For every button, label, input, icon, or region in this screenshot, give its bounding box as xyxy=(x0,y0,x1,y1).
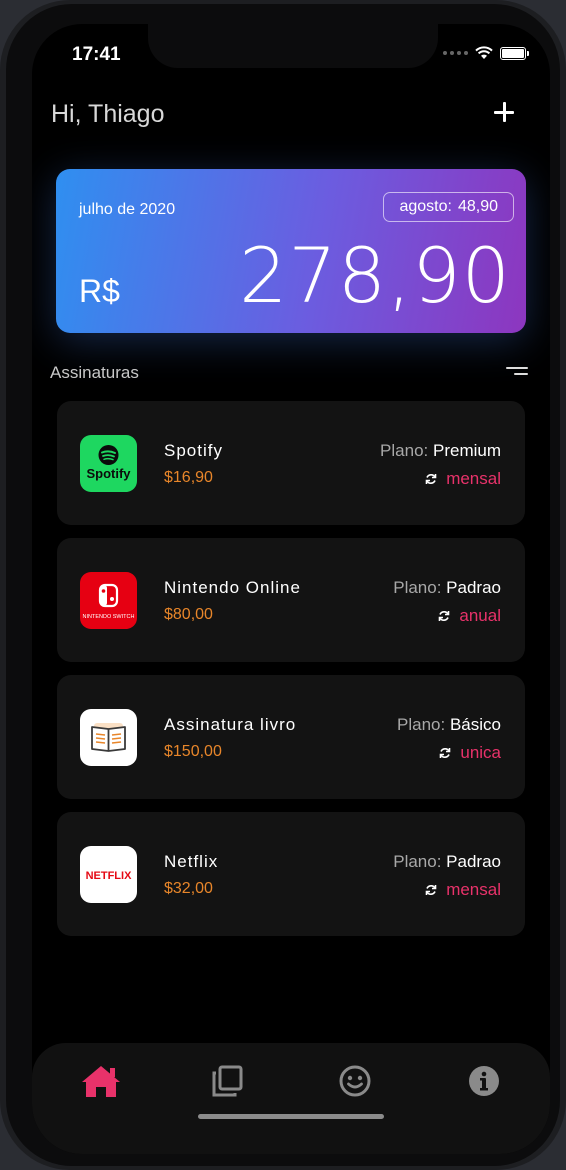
subscriptions-list: Spotify Spotify $16,90 Plano: Premium me… xyxy=(57,401,525,949)
cycle-label: mensal xyxy=(446,469,501,488)
subscription-card-spotify[interactable]: Spotify Spotify $16,90 Plano: Premium me… xyxy=(57,401,525,525)
tab-home[interactable] xyxy=(79,1061,123,1101)
bottom-tab-bar xyxy=(32,1043,550,1154)
plan-prefix: Plano: xyxy=(393,578,442,597)
status-indicators xyxy=(443,46,529,60)
refresh-icon xyxy=(425,885,437,895)
home-indicator xyxy=(198,1114,384,1119)
status-time: 17:41 xyxy=(72,44,121,65)
greeting-title: Hi, Thiago xyxy=(51,100,165,128)
app-screen: 17:41 Hi, Thiago julho de 2020 agosto: 4… xyxy=(32,24,550,1154)
copy-icon xyxy=(212,1065,243,1097)
tab-info[interactable] xyxy=(462,1061,506,1101)
sort-icon[interactable] xyxy=(506,367,528,379)
subscription-plan: Plano: Padrao xyxy=(393,852,501,872)
plan-prefix: Plano: xyxy=(380,441,429,460)
subscription-plan: Plano: Padrao xyxy=(393,578,501,598)
smile-icon xyxy=(339,1065,371,1097)
plan-value: Básico xyxy=(449,715,501,734)
subscription-price: $16,90 xyxy=(164,469,213,486)
subscription-name: Assinatura livro xyxy=(164,715,297,734)
plan-prefix: Plano: xyxy=(397,715,446,734)
subscription-cycle: mensal xyxy=(424,469,501,489)
subscription-cycle: mensal xyxy=(424,880,501,900)
subscription-plan: Plano: Básico xyxy=(397,715,501,735)
home-icon xyxy=(82,1066,120,1097)
cycle-label: mensal xyxy=(446,880,501,899)
refresh-icon xyxy=(425,474,437,484)
subscriptions-section-title: Assinaturas xyxy=(50,363,139,382)
spotify-logo-text: Spotify xyxy=(86,466,131,481)
plan-value: Premium xyxy=(432,441,501,460)
phone-frame: 17:41 Hi, Thiago julho de 2020 agosto: 4… xyxy=(0,0,566,1170)
subscription-card-nintendo[interactable]: NINTENDO SWITCH Nintendo Online $80,00 P… xyxy=(57,538,525,662)
plan-value: Padrao xyxy=(446,578,501,597)
current-month-label: julho de 2020 xyxy=(79,201,176,218)
currency-symbol: R$ xyxy=(79,273,120,309)
plan-value: Padrao xyxy=(446,852,501,871)
tab-profile[interactable] xyxy=(333,1061,377,1101)
total-amount: 278,90 xyxy=(239,231,511,320)
subscription-price: $32,00 xyxy=(164,880,213,897)
subscription-price: $80,00 xyxy=(164,606,213,623)
subscription-cycle: unica xyxy=(438,743,501,763)
wifi-icon xyxy=(475,46,493,59)
subscription-name: Nintendo Online xyxy=(164,578,301,597)
subscription-card-netflix[interactable]: NETFLIX Netflix $32,00 Plano: Padrao men… xyxy=(57,812,525,936)
next-month-badge[interactable]: agosto: 48,90 xyxy=(383,192,514,222)
device-notch xyxy=(148,24,438,68)
refresh-icon xyxy=(439,611,450,621)
nintendo-switch-logo: NINTENDO SWITCH xyxy=(80,572,137,629)
phone-bezel: 17:41 Hi, Thiago julho de 2020 agosto: 4… xyxy=(6,4,560,1166)
subscription-cycle: anual xyxy=(437,606,501,626)
tab-copy[interactable] xyxy=(205,1061,249,1101)
netflix-logo: NETFLIX xyxy=(80,846,137,903)
subscription-name: Netflix xyxy=(164,852,219,871)
add-subscription-button[interactable] xyxy=(492,100,516,124)
plan-prefix: Plano: xyxy=(393,852,442,871)
cycle-label: anual xyxy=(459,606,501,625)
book-icon xyxy=(80,709,137,766)
next-month-label: agosto: xyxy=(399,198,452,215)
subscription-price: $150,00 xyxy=(164,743,222,760)
refresh-icon xyxy=(440,748,451,758)
subscription-name: Spotify xyxy=(164,441,223,460)
signal-icon xyxy=(443,51,468,55)
subscription-plan: Plano: Premium xyxy=(380,441,501,461)
summary-card: julho de 2020 agosto: 48,90 R$ 278,90 xyxy=(56,169,526,333)
next-month-value: 48,90 xyxy=(457,198,498,215)
netflix-logo-text: NETFLIX xyxy=(86,870,132,882)
nintendo-logo-text: NINTENDO SWITCH xyxy=(83,614,135,620)
subscription-card-book[interactable]: Assinatura livro $150,00 Plano: Básico u… xyxy=(57,675,525,799)
cycle-label: unica xyxy=(460,743,501,762)
battery-icon xyxy=(500,46,529,60)
spotify-logo: Spotify xyxy=(80,435,137,492)
info-icon xyxy=(469,1066,499,1096)
